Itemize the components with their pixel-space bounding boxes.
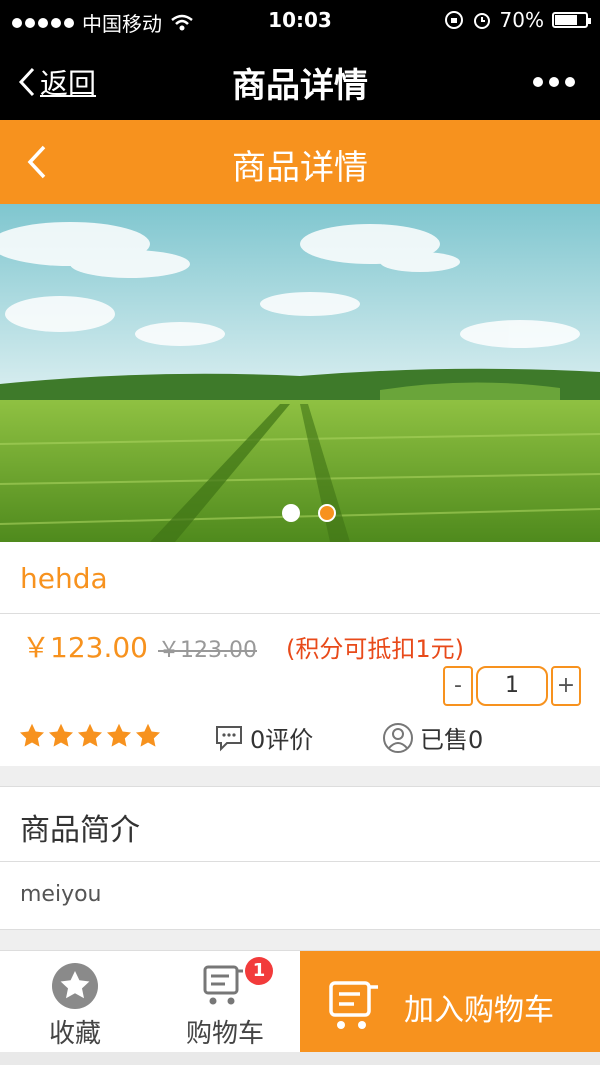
sold-count-group: 已售0 — [382, 720, 483, 755]
rotation-lock-icon — [444, 11, 463, 29]
comment-icon — [216, 725, 242, 751]
carousel-dot[interactable] — [282, 504, 300, 522]
decrease-quantity-button[interactable]: - — [443, 666, 473, 706]
cart-count-badge: 1 — [245, 957, 273, 985]
star-icon — [77, 723, 103, 747]
bottom-spacer — [0, 1052, 600, 1065]
product-name: hehda — [20, 562, 108, 595]
star-icon — [106, 723, 132, 747]
page-header: 商品详情 — [0, 120, 600, 204]
product-image — [0, 204, 600, 542]
shopping-cart-icon — [329, 981, 378, 1029]
carousel-dot-active[interactable] — [318, 504, 336, 522]
shopping-cart-icon — [203, 965, 243, 1005]
star-icon — [52, 963, 98, 1009]
star-icon — [19, 723, 45, 747]
favorite-button[interactable]: 收藏 — [0, 951, 150, 1051]
cart-button[interactable]: 1 购物车 — [150, 951, 300, 1051]
product-name-row: hehda — [0, 542, 600, 614]
quantity-input[interactable]: 1 — [476, 666, 548, 706]
price-section: ￥123.00 ￥123.00 (积分可抵扣1元) - 1 + 0评价 已售0 — [0, 614, 600, 766]
product-image-carousel[interactable] — [0, 204, 600, 542]
carousel-indicator — [282, 504, 336, 522]
rating-stars — [18, 722, 162, 750]
wechat-nav-title: 商品详情 — [232, 66, 368, 106]
intro-heading: 商品简介 — [20, 813, 140, 848]
add-to-cart-label: 加入购物车 — [404, 993, 554, 1028]
user-icon — [383, 722, 413, 753]
current-price: ￥123.00 — [22, 631, 148, 664]
more-options-icon[interactable] — [532, 62, 576, 97]
bottom-action-bar: 收藏 1 购物车 加入购物车 — [0, 950, 600, 1053]
sold-count: 已售0 — [420, 726, 484, 754]
points-discount-note: (积分可抵扣1元) — [286, 635, 464, 663]
battery-percent: 70% — [499, 8, 544, 32]
page-title: 商品详情 — [232, 148, 368, 188]
status-bar: 中国移动 10:03 70% — [0, 0, 600, 40]
original-price: ￥123.00 — [158, 638, 257, 663]
review-count: 0评价 — [250, 726, 314, 754]
battery-icon — [552, 12, 591, 28]
quantity-stepper: - 1 + — [443, 666, 581, 706]
star-icon — [48, 723, 74, 747]
cart-label: 购物车 — [185, 1019, 264, 1049]
increase-quantity-button[interactable]: + — [551, 666, 581, 706]
status-right: 70% — [444, 8, 591, 32]
reviews-link[interactable]: 0评价 — [214, 720, 313, 755]
intro-section-header: 商品简介 — [0, 786, 600, 862]
favorite-label: 收藏 — [48, 1019, 101, 1049]
intro-section-body: meiyou — [0, 862, 600, 930]
star-icon — [135, 723, 161, 747]
intro-text: meiyou — [20, 882, 102, 907]
add-to-cart-button[interactable]: 加入购物车 — [300, 951, 600, 1053]
wechat-nav-bar: 返回 商品详情 — [0, 40, 600, 120]
alarm-icon — [473, 13, 490, 29]
